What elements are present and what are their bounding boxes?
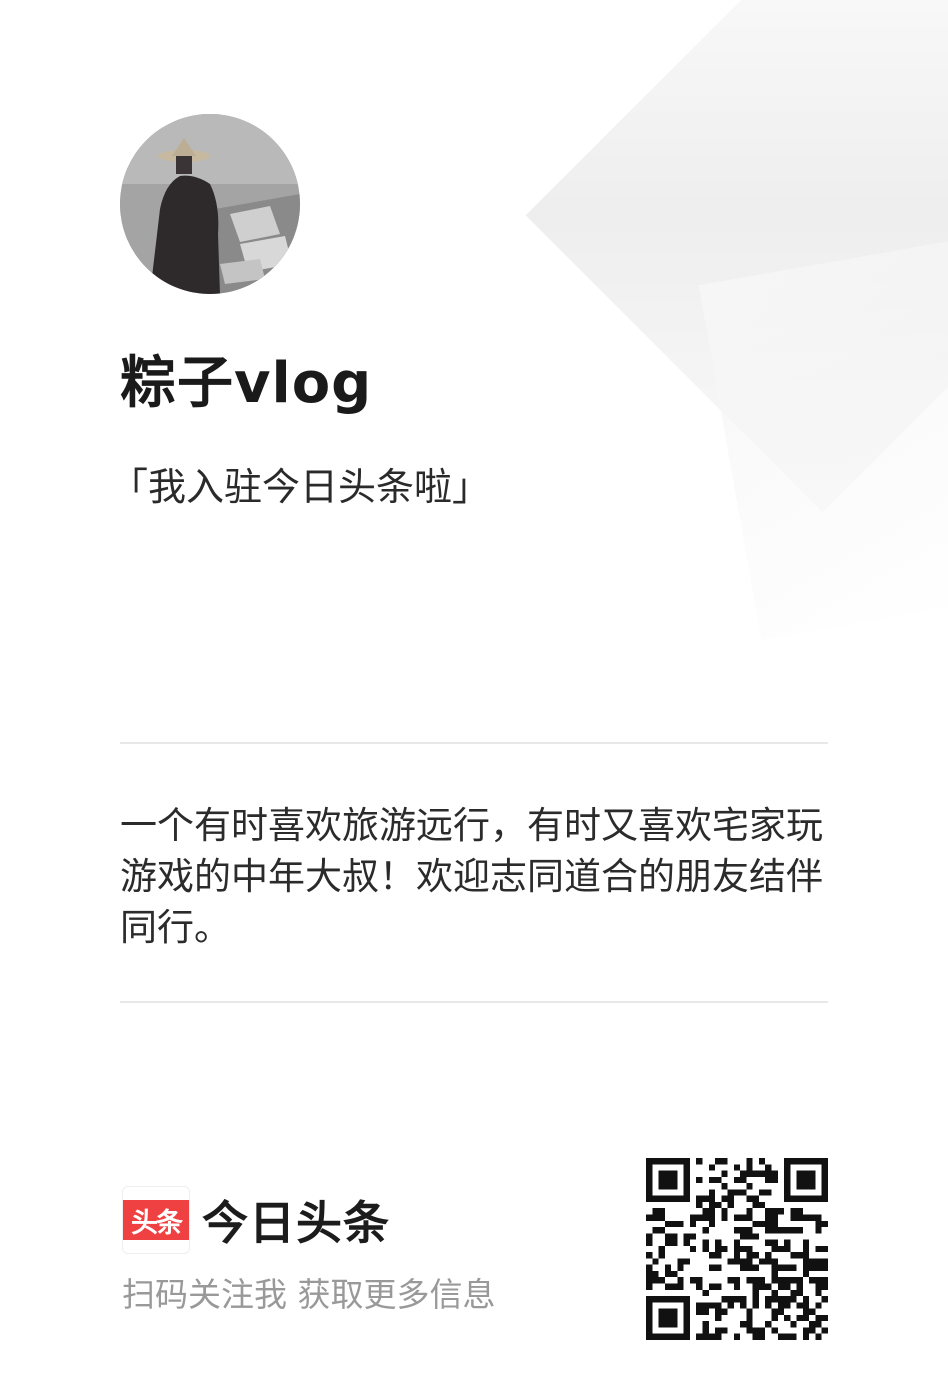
divider	[120, 1001, 828, 1003]
brand-name: 今日头条	[202, 1196, 390, 1250]
bio-text: 一个有时喜欢旅游远行，有时又喜欢宅家玩游戏的中年大叔！欢迎志同道合的朋友结伴同行…	[120, 804, 823, 949]
qr-code-graphic	[646, 1158, 828, 1340]
background-band	[698, 240, 948, 640]
tagline: 「我入驻今日头条啦」	[110, 465, 491, 509]
brand-logo-text: 头条	[123, 1200, 189, 1240]
scan-cta: 扫码关注我 获取更多信息	[122, 1275, 496, 1314]
divider	[120, 742, 828, 744]
qr-code-icon[interactable]	[646, 1158, 828, 1340]
username: 粽子vlog	[120, 351, 373, 416]
background-band	[525, 0, 948, 513]
toutiao-logo-icon: 头条	[122, 1186, 190, 1254]
avatar-photo	[120, 114, 300, 294]
avatar[interactable]	[120, 114, 300, 294]
brand: 头条 今日头条	[122, 1186, 390, 1254]
